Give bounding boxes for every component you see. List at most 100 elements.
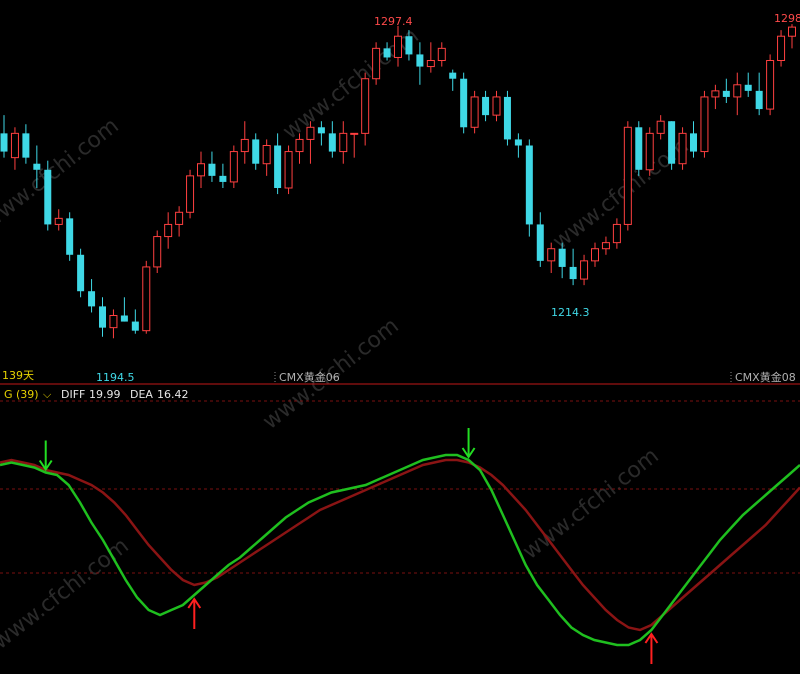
- candle-body: [514, 139, 522, 146]
- candle-body: [460, 78, 468, 128]
- candle-body: [66, 218, 74, 255]
- candle-body: [197, 163, 205, 177]
- candle-body: [240, 138, 249, 153]
- candle: [284, 145, 293, 195]
- candle: [470, 90, 479, 134]
- candle: [700, 90, 709, 158]
- buy-signal-arrow-icon: [187, 597, 202, 629]
- candle-body: [339, 132, 348, 153]
- candle: [623, 121, 632, 231]
- candle: [525, 139, 533, 237]
- watermark-text: www.cfchi.com: [518, 443, 663, 564]
- candle: [612, 218, 621, 249]
- candle-body: [372, 47, 381, 80]
- candle-body: [525, 145, 533, 225]
- dea-label: DEA: [130, 388, 153, 401]
- candle-body: [131, 321, 139, 331]
- candle: [711, 84, 720, 110]
- candle-body: [394, 35, 402, 58]
- candle: [219, 163, 227, 188]
- candle: [635, 121, 643, 176]
- candle: [306, 121, 315, 164]
- candle-body: [175, 211, 184, 225]
- candle: [514, 133, 522, 158]
- candle-body: [569, 266, 577, 280]
- candle-body: [77, 254, 85, 292]
- candle-body: [547, 248, 556, 262]
- candle-body: [405, 36, 413, 55]
- candle-body: [503, 96, 511, 140]
- candle: [449, 69, 457, 91]
- candle: [437, 42, 446, 67]
- candle-body: [612, 223, 621, 244]
- candle: [153, 230, 162, 273]
- candle-body: [536, 224, 544, 261]
- candle-body: [645, 132, 654, 171]
- candle: [788, 24, 796, 49]
- candle-body: [33, 163, 41, 170]
- candle-body: [744, 84, 752, 91]
- candle: [678, 127, 687, 170]
- candle-body: [416, 54, 424, 67]
- candle-body: [700, 96, 709, 153]
- candle: [274, 133, 282, 195]
- candle-body: [164, 223, 173, 238]
- indicator-name[interactable]: G (39): [4, 388, 39, 401]
- price-annotation: 1194.5: [96, 371, 135, 384]
- chart-stage: www.cfchi.com www.cfchi.com www.cfchi.com w…: [0, 0, 800, 674]
- diff-value: 19.99: [89, 388, 121, 401]
- candle-body: [252, 139, 260, 164]
- candle: [350, 132, 359, 158]
- candle: [733, 72, 742, 116]
- indicator-dropdown-icon[interactable]: ⌵: [43, 388, 52, 401]
- candle-body: [591, 248, 599, 262]
- candle-body: [109, 315, 118, 329]
- candle-body: [470, 96, 479, 128]
- candle-body: [755, 90, 763, 110]
- buy-signal-arrow-icon: [644, 632, 659, 664]
- price-annotations: 1297.4 1194.5 1214.3 1298: [96, 12, 800, 384]
- candle: [777, 30, 786, 67]
- watermark-text: www.cfchi.com: [0, 113, 124, 234]
- candle: [99, 297, 106, 337]
- candle-body: [120, 315, 128, 322]
- candle-body: [153, 236, 162, 268]
- candle: [175, 206, 184, 237]
- candle-body: [229, 151, 238, 183]
- candle: [372, 42, 381, 85]
- watermark-layer: www.cfchi.comwww.cfchi.comwww.cfchi.comw…: [0, 23, 694, 654]
- candle-body: [558, 248, 566, 267]
- candle: [66, 212, 74, 261]
- candle-body: [22, 133, 30, 158]
- candle: [10, 127, 19, 170]
- candle-body: [601, 242, 610, 250]
- candle-body: [656, 120, 665, 134]
- candle: [131, 309, 139, 334]
- candle-body: [284, 151, 293, 189]
- candle: [54, 209, 63, 231]
- candle: [164, 212, 173, 249]
- candle: [492, 90, 501, 122]
- diff-label: DIFF: [61, 388, 85, 401]
- candle: [460, 72, 468, 134]
- candle: [262, 139, 271, 176]
- candle-body: [492, 96, 501, 116]
- candle-body: [678, 132, 687, 165]
- candle-body: [54, 217, 63, 225]
- candle-body: [219, 175, 227, 182]
- period-label: 139天: [2, 369, 34, 382]
- candle-body: [383, 48, 391, 58]
- candle-body: [328, 133, 336, 152]
- candle: [22, 124, 30, 164]
- candle-body: [437, 47, 446, 62]
- candle: [109, 309, 118, 339]
- candle-body: [580, 260, 589, 280]
- candle-body: [274, 145, 282, 188]
- sell-signal-arrow-icon: [461, 428, 476, 459]
- candle: [645, 127, 654, 176]
- price-annotation: 1214.3: [551, 306, 590, 319]
- candle-body: [361, 78, 370, 134]
- candle: [580, 254, 589, 286]
- candle-body: [142, 266, 151, 332]
- candle-body: [350, 132, 359, 135]
